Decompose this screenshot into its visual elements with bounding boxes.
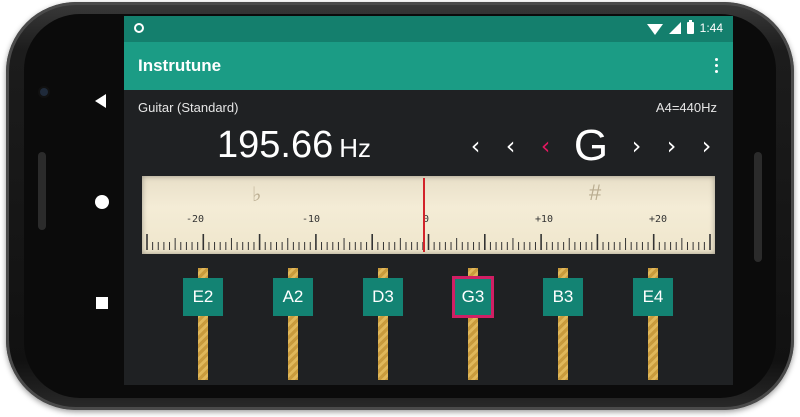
string-button-g3[interactable]: G3: [452, 276, 494, 318]
overflow-menu-icon[interactable]: [715, 58, 719, 76]
instrument-selector[interactable]: Guitar (Standard): [138, 100, 238, 115]
meter-needle: [423, 178, 425, 252]
meter-label: -20: [186, 214, 205, 225]
tuning-meter: ♭ # -20 -10 0 +10 +20: [142, 176, 715, 254]
frequency-value: 195.66: [217, 124, 334, 166]
meter-scale: [146, 234, 711, 250]
frequency-readout: 195.66 Hz: [217, 124, 371, 167]
meter-label: +20: [649, 214, 668, 225]
signal-icon: [668, 22, 681, 34]
status-time: 1:44: [699, 21, 723, 35]
power-button: [754, 152, 762, 262]
string-button-e2[interactable]: E2: [183, 278, 223, 316]
app-title: Instrutune: [138, 56, 222, 75]
sharp-arrow-icon: ›: [631, 132, 642, 160]
back-icon[interactable]: [95, 94, 106, 108]
sharp-arrow-icon: ›: [666, 132, 677, 160]
flat-arrow-icon: ‹: [505, 132, 516, 160]
status-indicators: 1:44: [646, 20, 723, 35]
flat-arrow-active-icon: ‹: [540, 132, 551, 160]
screen: 1:44 Instrutune Guitar (Standard) A4=440…: [124, 16, 733, 385]
flat-arrow-icon: ‹: [470, 132, 481, 160]
frequency-unit: Hz: [339, 133, 372, 163]
detected-note: G: [573, 121, 609, 170]
note-indicator: ‹ ‹ ‹ G › › ›: [458, 121, 724, 170]
reference-pitch[interactable]: A4=440Hz: [656, 100, 717, 115]
notification-icon: [134, 23, 144, 33]
meter-label: -10: [302, 214, 321, 225]
flat-symbol: ♭: [252, 184, 262, 206]
string-button-b3[interactable]: B3: [543, 278, 583, 316]
sharp-symbol: #: [589, 180, 602, 205]
recent-apps-icon[interactable]: [96, 297, 108, 309]
string-button-a2[interactable]: A2: [273, 278, 313, 316]
string-button-e4[interactable]: E4: [633, 278, 673, 316]
volume-button: [38, 152, 46, 230]
meter-label: +10: [535, 214, 554, 225]
status-bar: 1:44: [124, 16, 733, 42]
app-bar: Instrutune: [124, 42, 733, 90]
string-button-d3[interactable]: D3: [363, 278, 403, 316]
front-camera: [40, 88, 48, 96]
home-icon[interactable]: [95, 195, 109, 209]
sharp-arrow-icon: ›: [701, 132, 712, 160]
battery-icon: [686, 20, 694, 34]
wifi-icon: [646, 23, 663, 35]
